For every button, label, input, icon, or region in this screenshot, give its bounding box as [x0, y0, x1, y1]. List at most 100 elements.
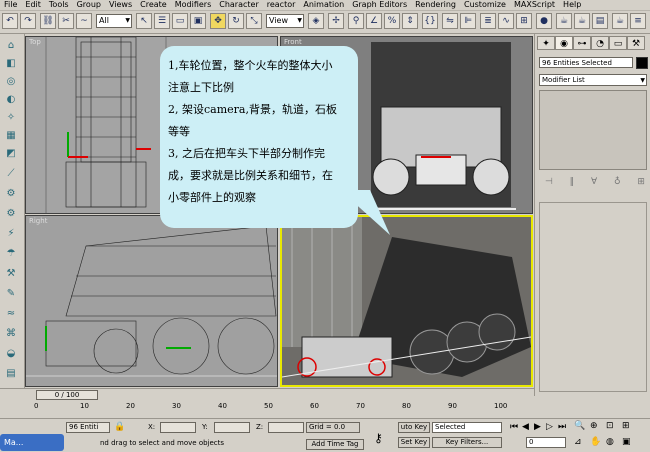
track-bar[interactable]: 0 10 20 30 40 50 60 70 80 90 100	[0, 402, 534, 416]
menu-maxscript[interactable]: MAXScript	[510, 0, 559, 10]
modifier-stack[interactable]	[539, 90, 647, 170]
go-to-start-icon[interactable]: ⏮	[510, 422, 518, 432]
tool-icon-17[interactable]: ◒	[3, 346, 19, 362]
object-name-field[interactable]: 96 Entities Selected	[539, 57, 633, 68]
maximize-viewport-icon[interactable]: ▣	[622, 437, 631, 447]
tool-icon-13[interactable]: ⚒	[3, 266, 19, 282]
layers-icon[interactable]: ≡	[630, 13, 646, 29]
named-selection-icon[interactable]: {}	[422, 13, 438, 29]
menu-tools[interactable]: Tools	[45, 0, 73, 10]
menu-rendering[interactable]: Rendering	[411, 0, 460, 10]
current-frame-field[interactable]: 0	[526, 437, 566, 448]
make-unique-icon[interactable]: ∀	[591, 177, 597, 191]
tool-icon-10[interactable]: ⚙	[3, 206, 19, 222]
reference-coordinate-select[interactable]: View	[266, 14, 304, 28]
set-key-icon[interactable]: ⚷	[374, 431, 383, 445]
selection-region-icon[interactable]: ▭	[172, 13, 188, 29]
menu-character[interactable]: Character	[215, 0, 263, 10]
link-icon[interactable]: ⛓	[40, 13, 56, 29]
render-type-icon[interactable]: ▤	[592, 13, 608, 29]
configure-sets-icon[interactable]: ⊞	[637, 177, 645, 191]
angle-snap-icon[interactable]: ∠	[366, 13, 382, 29]
tool-icon-6[interactable]: ▦	[3, 128, 19, 144]
remove-modifier-icon[interactable]: ♁	[614, 177, 621, 191]
menu-graph-editors[interactable]: Graph Editors	[348, 0, 411, 10]
menu-views[interactable]: Views	[105, 0, 136, 10]
layer-manager-icon[interactable]: ≣	[480, 13, 496, 29]
taskbar-button[interactable]: Ma...	[0, 434, 64, 451]
menu-customize[interactable]: Customize	[460, 0, 510, 10]
render-scene-icon[interactable]: ☕	[556, 13, 572, 29]
viewport-right[interactable]: Right	[25, 215, 278, 387]
pan-icon[interactable]: ✋	[590, 437, 601, 447]
add-time-tag-button[interactable]: Add Time Tag	[306, 439, 364, 450]
pivot-center-icon[interactable]: ◈	[308, 13, 324, 29]
render-last-icon[interactable]: ☕	[612, 13, 628, 29]
tool-icon-14[interactable]: ✎	[3, 286, 19, 302]
utilities-tab-icon[interactable]: ⚒	[627, 36, 645, 50]
orbit-icon[interactable]: ◍	[606, 437, 614, 447]
tool-icon-5[interactable]: ✧	[3, 110, 19, 126]
selection-filter-select[interactable]: All	[96, 14, 132, 28]
hierarchy-tab-icon[interactable]: ⊶	[573, 36, 591, 50]
y-coord-field[interactable]	[214, 422, 250, 433]
select-object-icon[interactable]: ↖	[136, 13, 152, 29]
auto-key-button[interactable]: uto Key	[398, 422, 430, 433]
zoom-icon[interactable]: 🔍	[574, 421, 585, 431]
menu-animation[interactable]: Animation	[299, 0, 348, 10]
previous-frame-icon[interactable]: ◀	[522, 422, 529, 432]
motion-tab-icon[interactable]: ◔	[591, 36, 609, 50]
display-tab-icon[interactable]: ▭	[609, 36, 627, 50]
align-icon[interactable]: ⊫	[460, 13, 476, 29]
tool-icon-18[interactable]: ▤	[3, 366, 19, 382]
show-end-result-icon[interactable]: ‖	[570, 177, 575, 191]
select-and-move-icon[interactable]: ✥	[210, 13, 226, 29]
zoom-extents-icon[interactable]: ⊡	[606, 421, 614, 431]
menu-create[interactable]: Create	[136, 0, 171, 10]
tool-icon-12[interactable]: ☂	[3, 246, 19, 262]
z-coord-field[interactable]	[268, 422, 304, 433]
select-by-name-icon[interactable]: ☰	[154, 13, 170, 29]
mirror-icon[interactable]: ⇋	[442, 13, 458, 29]
viewport-perspective[interactable]	[280, 215, 533, 387]
key-mode-select[interactable]: Selected	[432, 422, 502, 433]
select-and-rotate-icon[interactable]: ↻	[228, 13, 244, 29]
tool-icon-4[interactable]: ◐	[3, 92, 19, 108]
material-editor-icon[interactable]: ●	[536, 13, 552, 29]
tool-icon-1[interactable]: ⌂	[3, 38, 19, 54]
pin-stack-icon[interactable]: ⊣	[545, 177, 553, 191]
zoom-all-icon[interactable]: ⊕	[590, 421, 598, 431]
set-key-button[interactable]: Set Key	[398, 437, 430, 448]
tool-icon-2[interactable]: ◧	[3, 56, 19, 72]
window-crossing-icon[interactable]: ▣	[190, 13, 206, 29]
snap-toggle-icon[interactable]: ⚲	[348, 13, 364, 29]
menu-modifiers[interactable]: Modifiers	[171, 0, 216, 10]
menu-help[interactable]: Help	[559, 0, 585, 10]
spinner-snap-icon[interactable]: ⇕	[402, 13, 418, 29]
select-and-scale-icon[interactable]: ⤡	[246, 13, 262, 29]
modifier-list-select[interactable]: Modifier List	[539, 74, 647, 86]
tool-icon-8[interactable]: ⟋	[3, 166, 19, 182]
go-to-end-icon[interactable]: ⏭	[558, 422, 566, 432]
next-frame-icon[interactable]: ▷	[546, 422, 553, 432]
schematic-view-icon[interactable]: ⊞	[516, 13, 532, 29]
select-manipulate-icon[interactable]: ✢	[328, 13, 344, 29]
menu-edit[interactable]: Edit	[21, 0, 45, 10]
undo-icon[interactable]: ↶	[2, 13, 18, 29]
time-slider[interactable]: 0 / 100	[36, 390, 98, 400]
tool-icon-16[interactable]: ⌘	[3, 326, 19, 342]
quick-render-icon[interactable]: ☕	[574, 13, 590, 29]
lock-selection-icon[interactable]: 🔒	[114, 422, 125, 432]
create-tab-icon[interactable]: ✦	[537, 36, 555, 50]
tool-icon-3[interactable]: ◎	[3, 74, 19, 90]
menu-group[interactable]: Group	[73, 0, 105, 10]
menu-reactor[interactable]: reactor	[263, 0, 300, 10]
tool-icon-7[interactable]: ◩	[3, 146, 19, 162]
tool-icon-15[interactable]: ≈	[3, 306, 19, 322]
redo-icon[interactable]: ↷	[20, 13, 36, 29]
bind-space-warp-icon[interactable]: ~	[76, 13, 92, 29]
x-coord-field[interactable]	[160, 422, 196, 433]
menu-file[interactable]: File	[0, 0, 21, 10]
object-color-swatch[interactable]	[636, 57, 648, 69]
field-of-view-icon[interactable]: ⊿	[574, 437, 582, 447]
